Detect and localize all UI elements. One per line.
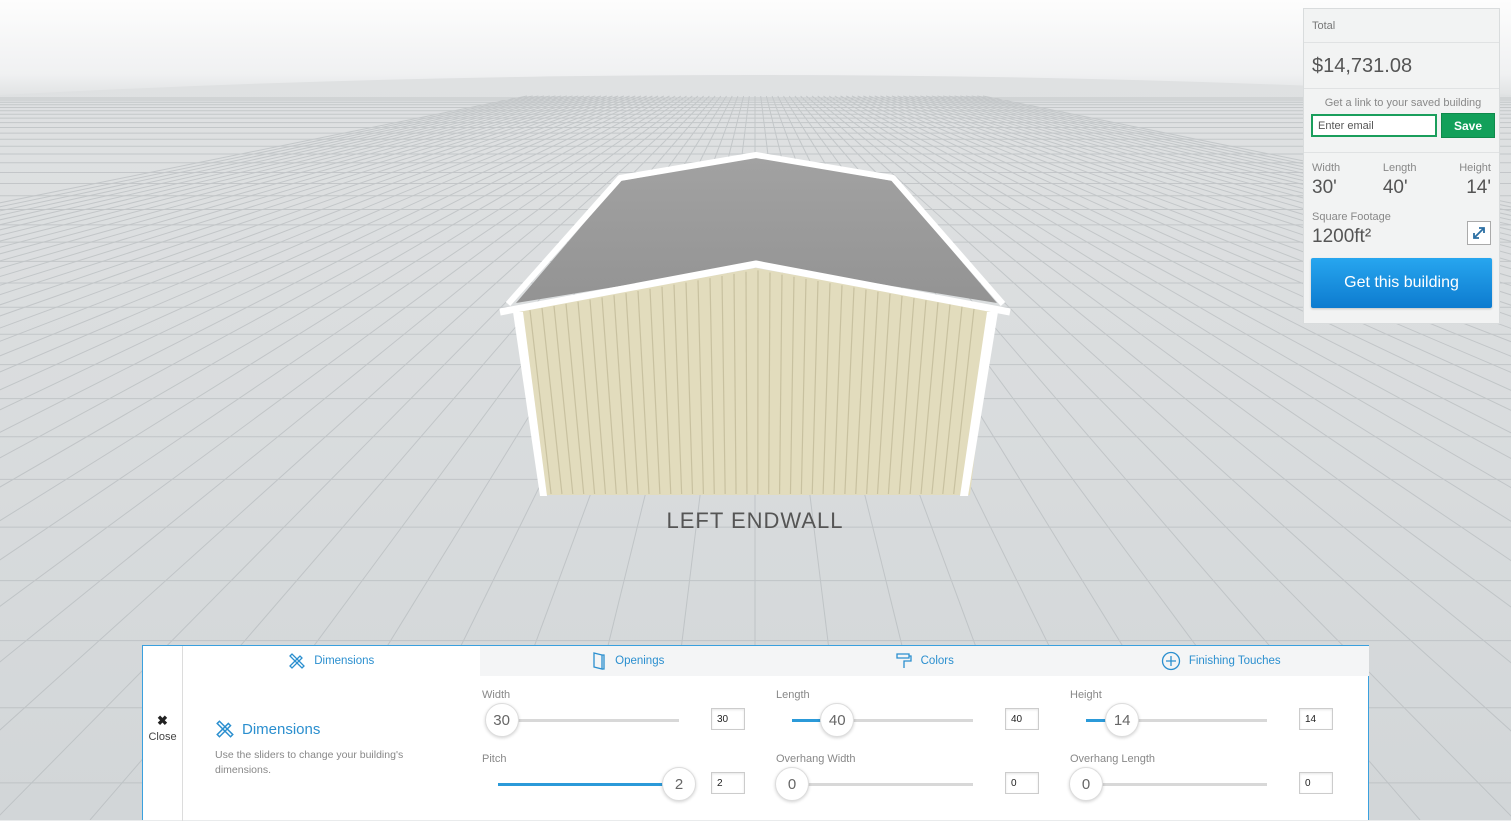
height-label: Height [1070,689,1102,701]
overhang-width-label: Overhang Width [776,753,855,765]
price-summary-panel: Total $14,731.08 Get a link to your save… [1303,8,1500,324]
height-slider-track[interactable]: 14 [1086,719,1267,722]
overhang-length-control: Overhang Length 0 [1070,753,1332,803]
overhang-length-label: Overhang Length [1070,753,1155,765]
tab-finishing-touches-label: Finishing Touches [1189,655,1281,667]
pitch-control: Pitch 2 [482,753,744,803]
width-label: Width [482,689,510,701]
paint-roller-icon [895,652,913,670]
pitch-input[interactable] [711,772,745,794]
section-description: Use the sliders to change your building'… [215,748,420,778]
overhang-width-input[interactable] [1005,772,1039,794]
email-input[interactable] [1311,114,1437,137]
height-slider-handle[interactable]: 14 [1105,703,1139,737]
tab-colors[interactable]: Colors [776,646,1073,676]
width-slider-handle[interactable]: 30 [485,703,519,737]
tab-dimensions[interactable]: Dimensions [183,646,480,676]
expand-icon[interactable] [1467,221,1491,245]
tab-finishing-touches[interactable]: Finishing Touches [1073,646,1370,676]
section-info: Dimensions Use the sliders to change you… [215,719,445,778]
get-this-building-button[interactable]: Get this building [1311,258,1492,308]
width-summary-label: Width [1312,162,1340,174]
tab-openings[interactable]: Openings [480,646,777,676]
length-summary: Length 40' [1383,162,1417,199]
overhang-width-slider-track[interactable]: 0 [792,783,973,786]
ruler-pencil-icon [215,719,235,739]
tab-openings-label: Openings [615,655,664,667]
pitch-slider-handle[interactable]: 2 [662,767,696,801]
overhang-length-input[interactable] [1299,772,1333,794]
wall-label: LEFT ENDWALL [666,508,843,533]
save-button[interactable]: Save [1441,113,1495,138]
overhang-length-slider-track[interactable]: 0 [1086,783,1267,786]
door-icon [591,651,607,671]
total-price: $14,731.08 [1304,43,1499,89]
width-slider-track[interactable]: 30 [498,719,679,722]
overhang-width-slider-handle[interactable]: 0 [775,767,809,801]
dimensions-summary: Width 30' Length 40' Height 14' [1304,153,1499,199]
length-control: Length 40 [776,689,1038,739]
height-summary-label: Height [1459,162,1491,174]
save-link-section: Get a link to your saved building Save [1304,89,1499,153]
total-label: Total [1304,9,1499,43]
length-summary-label: Length [1383,162,1417,174]
close-button[interactable]: ✖ Close [143,646,183,821]
width-control: Width 30 [482,689,744,739]
height-input[interactable] [1299,708,1333,730]
length-slider-handle[interactable]: 40 [820,703,854,737]
section-title: Dimensions [242,721,320,738]
height-summary: Height 14' [1459,162,1491,199]
length-input[interactable] [1005,708,1039,730]
ruler-pencil-icon [288,652,306,670]
overhang-length-slider-handle[interactable]: 0 [1069,767,1103,801]
configurator-panel: ✖ Close Dimensions Openings Colors Finis… [142,645,1369,820]
close-icon: ✖ [157,714,168,728]
length-summary-value: 40' [1383,177,1417,199]
pitch-slider-fill [498,783,679,786]
square-footage-label: Square Footage [1312,211,1491,223]
width-summary-value: 30' [1312,177,1340,199]
tab-dimensions-label: Dimensions [314,655,374,667]
width-summary: Width 30' [1312,162,1340,199]
width-input[interactable] [711,708,745,730]
plus-circle-icon [1161,651,1181,671]
close-label: Close [148,731,176,743]
square-footage: Square Footage 1200ft² [1304,199,1499,253]
email-prompt: Get a link to your saved building [1311,97,1495,109]
length-label: Length [776,689,810,701]
height-summary-value: 14' [1459,177,1491,199]
square-footage-value: 1200ft² [1312,226,1491,248]
pitch-slider-track[interactable]: 2 [498,783,679,786]
length-slider-track[interactable]: 40 [792,719,973,722]
tab-bar: Dimensions Openings Colors Finishing Tou… [183,646,1369,676]
height-control: Height 14 [1070,689,1332,739]
overhang-width-control: Overhang Width 0 [776,753,1038,803]
pitch-label: Pitch [482,753,506,765]
tab-colors-label: Colors [921,655,954,667]
